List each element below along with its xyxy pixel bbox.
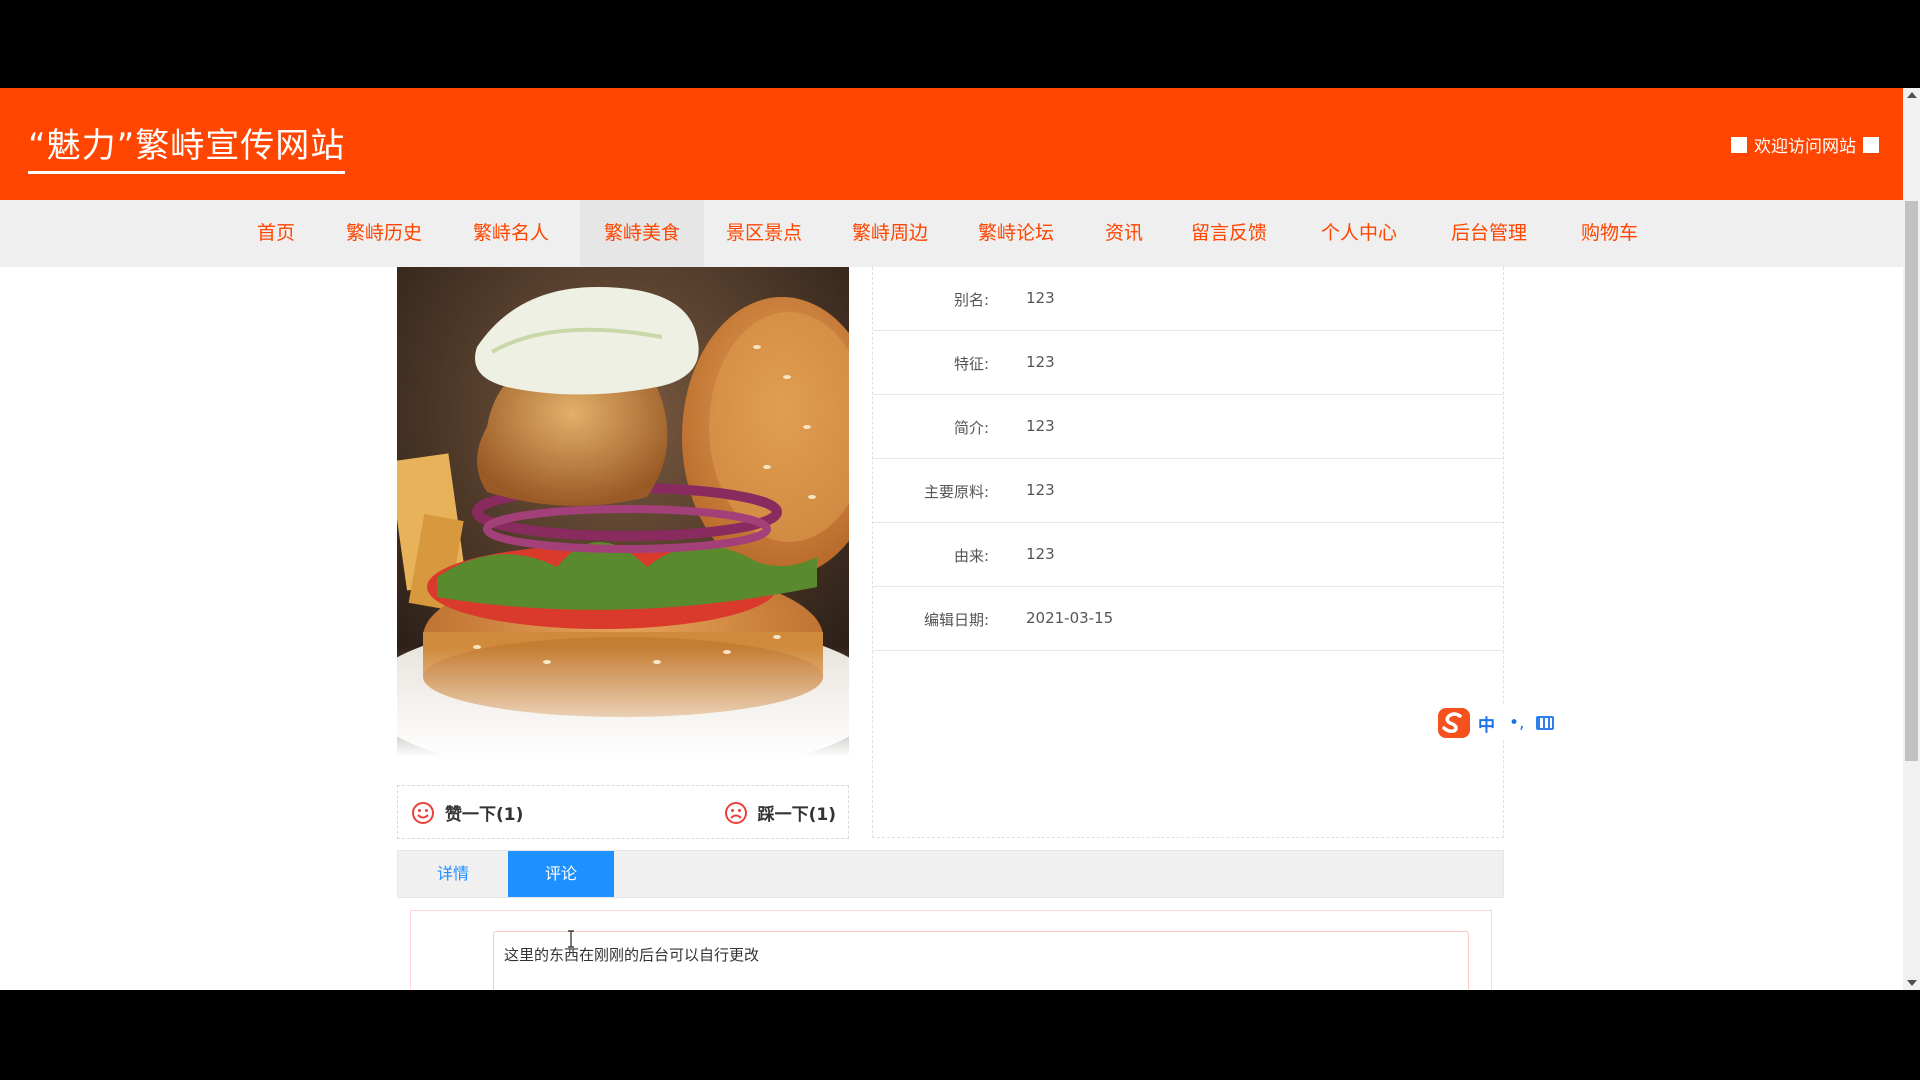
nav-item-news[interactable]: 资讯 bbox=[1105, 200, 1143, 267]
info-row-alias: 别名: 123 bbox=[873, 267, 1503, 331]
square-icon bbox=[1863, 136, 1879, 153]
info-label: 特征: bbox=[953, 355, 989, 373]
browser-viewport: “魅力”繁峙宣传网站 欢迎访问网站 首页 繁峙历史 繁峙名人 繁峙美食 景区景点… bbox=[0, 88, 1920, 990]
like-button[interactable]: 赞一下(1) bbox=[411, 800, 523, 825]
scroll-down-icon[interactable] bbox=[1907, 980, 1917, 986]
nav-item-history[interactable]: 繁峙历史 bbox=[346, 200, 422, 267]
info-value: 123 bbox=[1026, 417, 1055, 435]
nav-item-forum[interactable]: 繁峙论坛 bbox=[978, 200, 1054, 267]
site-title[interactable]: “魅力”繁峙宣传网站 bbox=[28, 118, 346, 174]
ime-punct-label[interactable]: •, bbox=[1509, 713, 1524, 733]
welcome-banner: 欢迎访问网站 bbox=[1731, 132, 1879, 157]
info-row-edit-date: 编辑日期: 2021-03-15 bbox=[873, 587, 1503, 651]
nav-item-surroundings[interactable]: 繁峙周边 bbox=[852, 200, 928, 267]
site-header: “魅力”繁峙宣传网站 欢迎访问网站 bbox=[0, 88, 1903, 200]
info-value: 123 bbox=[1026, 545, 1055, 563]
nav-item-home[interactable]: 首页 bbox=[257, 200, 295, 267]
info-value: 123 bbox=[1026, 481, 1055, 499]
nav-item-cart[interactable]: 购物车 bbox=[1581, 200, 1638, 267]
tab-details[interactable]: 详情 bbox=[398, 851, 508, 897]
burger-photo bbox=[397, 267, 849, 757]
like-label: 赞一下(1) bbox=[445, 805, 524, 825]
page-scrollbar[interactable] bbox=[1903, 88, 1920, 990]
letterbox-top bbox=[0, 0, 1920, 88]
info-row-feature: 特征: 123 bbox=[873, 331, 1503, 395]
product-image bbox=[397, 267, 849, 757]
keyboard-icon[interactable] bbox=[1536, 716, 1555, 730]
comment-textarea[interactable]: 这里的东西在刚刚的后台可以自行更改 bbox=[493, 931, 1469, 990]
info-label: 主要原料: bbox=[923, 483, 989, 501]
vote-bar: 赞一下(1) 踩一下(1) bbox=[397, 785, 849, 839]
ime-mode-label[interactable]: 中 bbox=[1478, 711, 1495, 736]
welcome-text: 欢迎访问网站 bbox=[1754, 137, 1856, 157]
comment-form: 评论 这里的东西在刚刚的后台可以自行更改 bbox=[410, 910, 1492, 990]
square-icon bbox=[1731, 136, 1747, 153]
info-row-intro: 简介: 123 bbox=[873, 395, 1503, 459]
info-value: 123 bbox=[1026, 353, 1055, 371]
dislike-label: 踩一下(1) bbox=[757, 805, 836, 825]
sogou-logo-icon bbox=[1438, 708, 1470, 738]
nav-item-profile[interactable]: 个人中心 bbox=[1321, 200, 1397, 267]
letterbox-bottom bbox=[0, 990, 1920, 1080]
info-label: 由来: bbox=[953, 547, 989, 565]
nav-item-feedback[interactable]: 留言反馈 bbox=[1191, 200, 1267, 267]
nav-item-celebrities[interactable]: 繁峙名人 bbox=[473, 200, 549, 267]
main-nav: 首页 繁峙历史 繁峙名人 繁峙美食 景区景点 繁峙周边 繁峙论坛 资讯 留言反馈… bbox=[0, 200, 1903, 267]
nav-item-food[interactable]: 繁峙美食 bbox=[580, 200, 704, 267]
ime-toolbar[interactable]: 中 •, bbox=[1436, 706, 1566, 740]
info-label: 简介: bbox=[953, 419, 989, 437]
scroll-thumb[interactable] bbox=[1905, 201, 1918, 761]
info-row-origin: 由来: 123 bbox=[873, 523, 1503, 587]
info-row-ingredients: 主要原料: 123 bbox=[873, 459, 1503, 523]
detail-tabs: 详情 评论 bbox=[397, 850, 1504, 898]
dislike-button[interactable]: 踩一下(1) bbox=[724, 800, 836, 825]
smile-icon bbox=[412, 801, 434, 824]
info-value: 2021-03-15 bbox=[1026, 609, 1114, 627]
info-panel: 别名: 123 特征: 123 简介: 123 主要原料: 123 由来: 12… bbox=[872, 267, 1504, 838]
text-cursor-icon bbox=[568, 930, 574, 948]
tab-comment[interactable]: 评论 bbox=[508, 851, 614, 897]
nav-item-scenic-spots[interactable]: 景区景点 bbox=[726, 200, 802, 267]
info-label: 编辑日期: bbox=[923, 611, 989, 629]
nav-item-admin[interactable]: 后台管理 bbox=[1451, 200, 1527, 267]
info-label: 别名: bbox=[953, 291, 989, 309]
scroll-up-icon[interactable] bbox=[1907, 92, 1917, 98]
frown-icon bbox=[724, 801, 747, 824]
info-value: 123 bbox=[1026, 289, 1055, 307]
